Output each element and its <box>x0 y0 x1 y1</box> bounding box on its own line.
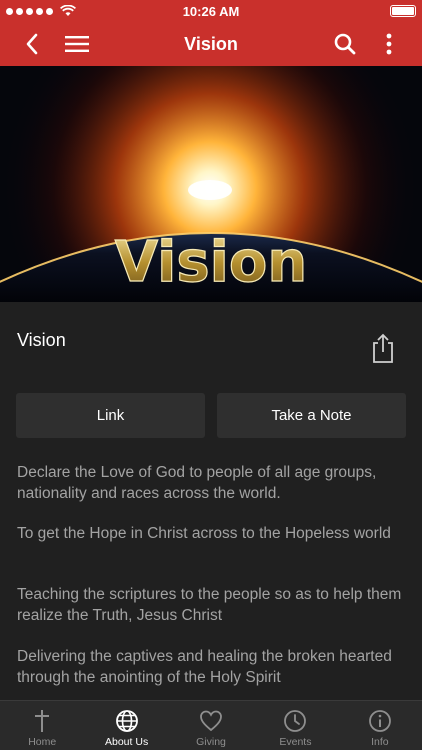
hero-vision-text: Vision <box>115 230 307 295</box>
status-bar: 10:26 AM <box>0 0 422 22</box>
tab-label: About Us <box>105 736 149 748</box>
paragraph: To get the Hope in Christ across to the … <box>17 525 391 542</box>
tab-label: Home <box>28 736 57 748</box>
share-icon <box>373 333 393 363</box>
tab-home[interactable]: Home <box>0 701 84 750</box>
search-icon <box>334 33 356 55</box>
hero-image: Vision <box>0 66 422 302</box>
signal-indicator <box>6 0 76 22</box>
paragraph: Declare the Love of God to people of all… <box>17 464 377 502</box>
tab-events[interactable]: Events <box>253 701 337 750</box>
tab-bar: Home About Us Giving Events Info <box>0 700 422 750</box>
back-button[interactable] <box>12 22 52 66</box>
paragraph: Teaching the scriptures to the people so… <box>17 586 402 624</box>
info-icon <box>368 710 391 732</box>
tab-giving[interactable]: Giving <box>169 701 253 750</box>
cross-icon <box>35 710 50 732</box>
menu-button[interactable] <box>57 22 97 66</box>
nav-bar: Vision <box>0 22 422 66</box>
link-button[interactable]: Link <box>16 393 205 438</box>
take-note-button[interactable]: Take a Note <box>217 393 406 438</box>
wifi-icon <box>60 5 76 16</box>
clock-icon <box>284 710 307 732</box>
share-button[interactable] <box>368 332 398 364</box>
tab-label: Info <box>371 736 389 748</box>
content-area: Vision Link Take a Note Declare the Love… <box>0 302 422 700</box>
more-options-button[interactable] <box>369 22 409 66</box>
battery-icon <box>390 5 416 17</box>
tab-about-us[interactable]: About Us <box>84 701 168 750</box>
page-title: Vision <box>184 33 238 54</box>
item-title: Vision <box>17 330 66 350</box>
chevron-left-icon <box>26 33 38 55</box>
more-vertical-icon <box>386 33 392 55</box>
heart-icon <box>200 710 222 732</box>
tab-label: Events <box>279 736 312 748</box>
status-time: 10:26 AM <box>182 3 240 19</box>
tab-info[interactable]: Info <box>338 701 422 750</box>
globe-icon <box>115 710 138 732</box>
paragraph: Delivering the captives and healing the … <box>17 648 392 686</box>
hamburger-icon <box>65 36 89 52</box>
search-button[interactable] <box>325 22 365 66</box>
tab-label: Giving <box>196 736 226 748</box>
